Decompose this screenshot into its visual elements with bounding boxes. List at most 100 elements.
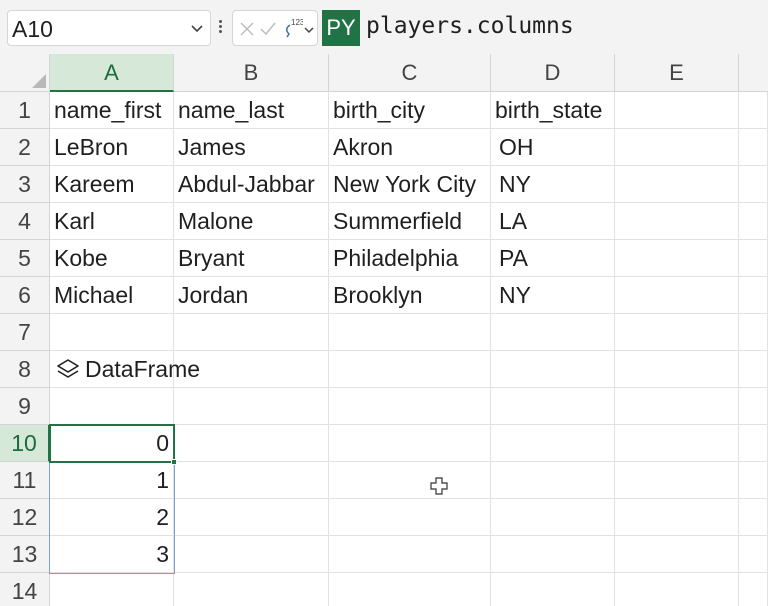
column-header-f-partial[interactable] xyxy=(739,54,768,92)
empty-cell[interactable] xyxy=(329,351,491,388)
empty-cell[interactable] xyxy=(329,425,491,462)
empty-cell[interactable] xyxy=(174,573,329,606)
row-header-selected[interactable]: 10 xyxy=(0,425,50,462)
row-header[interactable]: 7 xyxy=(0,314,50,351)
row-header[interactable]: 3 xyxy=(0,166,50,203)
empty-cell[interactable] xyxy=(739,129,768,166)
data-cell[interactable]: Karl xyxy=(50,203,174,240)
empty-cell[interactable] xyxy=(739,573,768,606)
empty-cell[interactable] xyxy=(174,388,329,425)
empty-cell[interactable] xyxy=(491,573,615,606)
empty-cell[interactable] xyxy=(329,462,491,499)
spill-cell[interactable]: 1 xyxy=(50,462,174,499)
empty-cell[interactable] xyxy=(615,388,739,425)
column-header-c[interactable]: C xyxy=(329,54,491,92)
empty-cell[interactable] xyxy=(615,277,739,314)
empty-cell[interactable] xyxy=(739,92,768,129)
name-box[interactable]: A10 xyxy=(7,10,211,46)
header-cell[interactable]: name_first xyxy=(50,92,174,129)
row-header[interactable]: 4 xyxy=(0,203,50,240)
dataframe-card[interactable]: DataFrame xyxy=(55,351,200,388)
row-header[interactable]: 5 xyxy=(0,240,50,277)
header-cell[interactable]: name_last xyxy=(174,92,329,129)
data-cell[interactable]: PA xyxy=(491,240,615,277)
empty-cell[interactable] xyxy=(739,536,768,573)
row-header[interactable]: 12 xyxy=(0,499,50,536)
empty-cell[interactable] xyxy=(739,388,768,425)
more-vertical-icon[interactable] xyxy=(219,20,222,35)
python-output-type-icon[interactable]: 123 xyxy=(281,17,303,41)
empty-cell[interactable] xyxy=(739,203,768,240)
empty-cell[interactable] xyxy=(615,240,739,277)
empty-cell[interactable] xyxy=(615,314,739,351)
empty-cell[interactable] xyxy=(174,314,329,351)
empty-cell[interactable] xyxy=(491,388,615,425)
row-header[interactable]: 6 xyxy=(0,277,50,314)
empty-cell[interactable] xyxy=(739,277,768,314)
empty-cell[interactable] xyxy=(174,462,329,499)
chevron-down-icon[interactable] xyxy=(190,22,204,36)
cancel-x-icon[interactable] xyxy=(239,21,255,37)
spill-cell[interactable]: 2 xyxy=(50,499,174,536)
row-header[interactable]: 8 xyxy=(0,351,50,388)
empty-cell[interactable] xyxy=(329,536,491,573)
empty-cell[interactable] xyxy=(329,573,491,606)
row-header[interactable]: 1 xyxy=(0,92,50,129)
header-cell[interactable]: birth_state xyxy=(491,92,615,129)
column-header-d[interactable]: D xyxy=(491,54,615,92)
row-header[interactable]: 2 xyxy=(0,129,50,166)
row-header[interactable]: 11 xyxy=(0,462,50,499)
data-cell[interactable]: Bryant xyxy=(174,240,329,277)
empty-cell[interactable] xyxy=(739,166,768,203)
empty-cell[interactable] xyxy=(739,240,768,277)
header-cell[interactable]: birth_city xyxy=(329,92,491,129)
empty-cell[interactable] xyxy=(491,314,615,351)
empty-cell[interactable] xyxy=(50,314,174,351)
row-header[interactable]: 9 xyxy=(0,388,50,425)
empty-cell[interactable] xyxy=(615,499,739,536)
data-cell[interactable]: OH xyxy=(491,129,615,166)
python-badge[interactable]: PY xyxy=(322,10,360,46)
data-cell[interactable]: New York City xyxy=(329,166,491,203)
empty-cell[interactable] xyxy=(739,314,768,351)
data-cell[interactable]: NY xyxy=(491,166,615,203)
data-cell[interactable]: Brooklyn xyxy=(329,277,491,314)
data-cell[interactable]: NY xyxy=(491,277,615,314)
empty-cell[interactable] xyxy=(329,499,491,536)
empty-cell[interactable] xyxy=(491,351,615,388)
empty-cell[interactable] xyxy=(739,351,768,388)
row-header[interactable]: 14 xyxy=(0,573,50,606)
spill-cell[interactable]: 3 xyxy=(50,536,174,573)
dataframe-stack-icon[interactable] xyxy=(55,357,81,383)
data-cell[interactable]: LeBron xyxy=(50,129,174,166)
empty-cell[interactable] xyxy=(174,499,329,536)
data-cell[interactable]: Summerfield xyxy=(329,203,491,240)
empty-cell[interactable] xyxy=(174,425,329,462)
data-cell[interactable]: James xyxy=(174,129,329,166)
empty-cell[interactable] xyxy=(174,536,329,573)
data-cell[interactable]: Philadelphia xyxy=(329,240,491,277)
empty-cell[interactable] xyxy=(491,425,615,462)
row-header[interactable]: 13 xyxy=(0,536,50,573)
empty-cell[interactable] xyxy=(491,499,615,536)
empty-cell[interactable] xyxy=(739,499,768,536)
select-all-corner[interactable] xyxy=(0,54,50,92)
data-cell[interactable]: Akron xyxy=(329,129,491,166)
data-cell[interactable]: Malone xyxy=(174,203,329,240)
column-header-a[interactable]: A xyxy=(50,54,174,92)
empty-cell[interactable] xyxy=(615,536,739,573)
chevron-down-icon[interactable] xyxy=(303,24,315,36)
empty-cell[interactable] xyxy=(615,92,739,129)
empty-cell[interactable] xyxy=(739,425,768,462)
empty-cell[interactable] xyxy=(615,573,739,606)
data-cell[interactable]: Jordan xyxy=(174,277,329,314)
empty-cell[interactable] xyxy=(329,388,491,425)
confirm-check-icon[interactable] xyxy=(260,21,276,37)
empty-cell[interactable] xyxy=(615,203,739,240)
empty-cell[interactable] xyxy=(615,166,739,203)
empty-cell[interactable] xyxy=(50,388,174,425)
column-header-b[interactable]: B xyxy=(174,54,329,92)
data-cell[interactable]: Kobe xyxy=(50,240,174,277)
empty-cell[interactable] xyxy=(739,462,768,499)
column-header-e[interactable]: E xyxy=(615,54,739,92)
